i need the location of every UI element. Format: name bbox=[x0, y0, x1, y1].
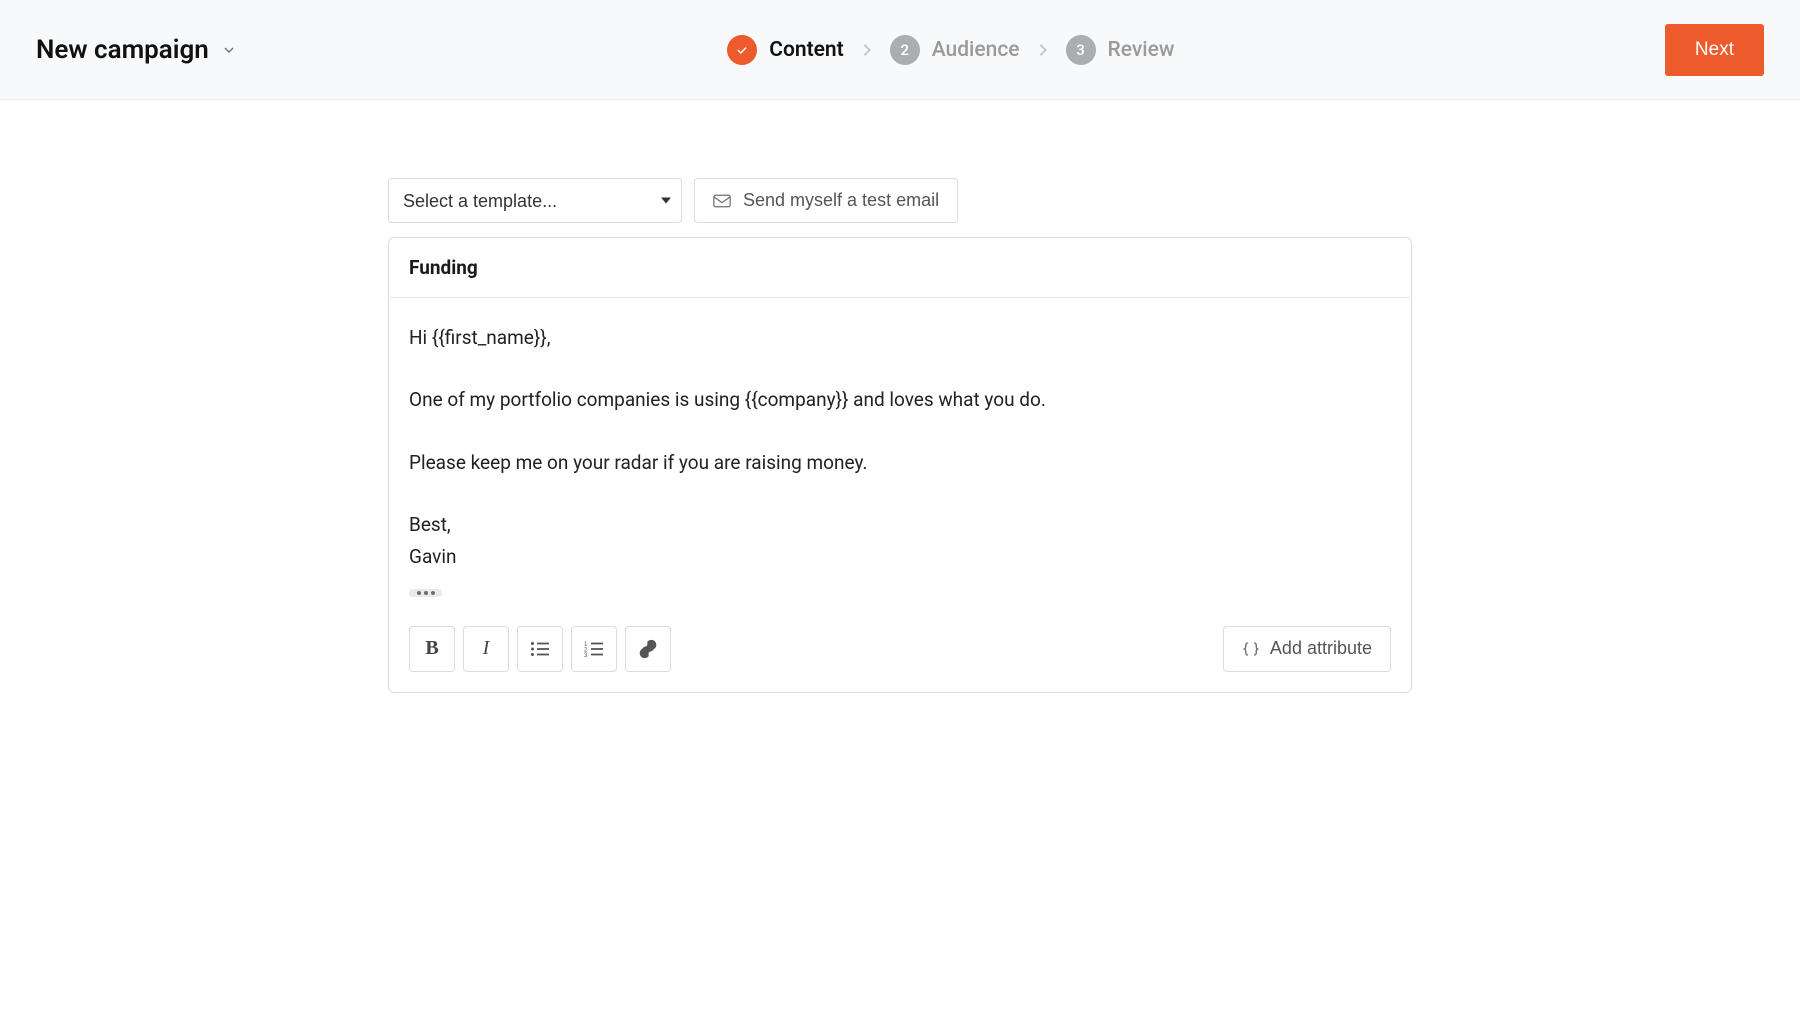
format-button-group: B I 1 bbox=[409, 626, 671, 672]
bold-icon: B bbox=[425, 637, 438, 660]
step-label: Review bbox=[1108, 38, 1175, 62]
content-toolbar: Select a template... Send myself a test … bbox=[388, 178, 1412, 223]
chevron-right-icon bbox=[862, 43, 872, 57]
chevron-down-icon bbox=[221, 42, 237, 58]
body-line: Best, bbox=[409, 509, 1391, 541]
format-toolbar: B I 1 bbox=[389, 612, 1411, 692]
bullet-list-button[interactable] bbox=[517, 626, 563, 672]
body-line: One of my portfolio companies is using {… bbox=[409, 384, 1391, 416]
email-subject-input[interactable]: Funding bbox=[389, 238, 1411, 298]
link-icon bbox=[638, 639, 658, 659]
italic-button[interactable]: I bbox=[463, 626, 509, 672]
send-test-email-label: Send myself a test email bbox=[743, 190, 939, 211]
step-review[interactable]: 3 Review bbox=[1066, 35, 1175, 65]
next-button[interactable]: Next bbox=[1665, 24, 1764, 76]
mail-icon bbox=[713, 194, 731, 208]
bullet-list-icon bbox=[530, 641, 550, 657]
check-icon bbox=[727, 35, 757, 65]
link-button[interactable] bbox=[625, 626, 671, 672]
step-label: Audience bbox=[932, 38, 1020, 62]
add-attribute-label: Add attribute bbox=[1270, 638, 1372, 659]
template-select[interactable]: Select a template... bbox=[388, 178, 682, 223]
italic-icon: I bbox=[483, 637, 490, 660]
campaign-title-dropdown[interactable]: New campaign bbox=[36, 35, 237, 65]
svg-text:3: 3 bbox=[584, 653, 588, 657]
step-label: Content bbox=[769, 38, 843, 62]
step-content[interactable]: Content bbox=[727, 35, 843, 65]
email-body-input[interactable]: Hi {{first_name}}, One of my portfolio c… bbox=[389, 298, 1411, 612]
step-number-badge: 2 bbox=[890, 35, 920, 65]
chevron-right-icon bbox=[1038, 43, 1048, 57]
signature-toggle[interactable] bbox=[409, 589, 442, 597]
campaign-title: New campaign bbox=[36, 35, 209, 65]
step-audience[interactable]: 2 Audience bbox=[890, 35, 1020, 65]
ellipsis-icon bbox=[431, 591, 435, 595]
wizard-steps: Content 2 Audience 3 Review bbox=[727, 35, 1174, 65]
body-line: Please keep me on your radar if you are … bbox=[409, 447, 1391, 479]
numbered-list-icon: 1 2 3 bbox=[584, 641, 604, 657]
body-line: Hi {{first_name}}, bbox=[409, 322, 1391, 354]
step-number-badge: 3 bbox=[1066, 35, 1096, 65]
ellipsis-icon bbox=[424, 591, 428, 595]
header-bar: New campaign Content 2 Audience 3 Review… bbox=[0, 0, 1800, 100]
add-attribute-button[interactable]: Add attribute bbox=[1223, 626, 1391, 672]
bold-button[interactable]: B bbox=[409, 626, 455, 672]
body-line: Gavin bbox=[409, 541, 1391, 573]
numbered-list-button[interactable]: 1 2 3 bbox=[571, 626, 617, 672]
braces-icon bbox=[1242, 640, 1260, 658]
email-editor: Funding Hi {{first_name}}, One of my por… bbox=[388, 237, 1412, 693]
send-test-email-button[interactable]: Send myself a test email bbox=[694, 178, 958, 223]
ellipsis-icon bbox=[417, 591, 421, 595]
content-step-page: Select a template... Send myself a test … bbox=[388, 100, 1412, 733]
template-select-wrap: Select a template... bbox=[388, 178, 682, 223]
